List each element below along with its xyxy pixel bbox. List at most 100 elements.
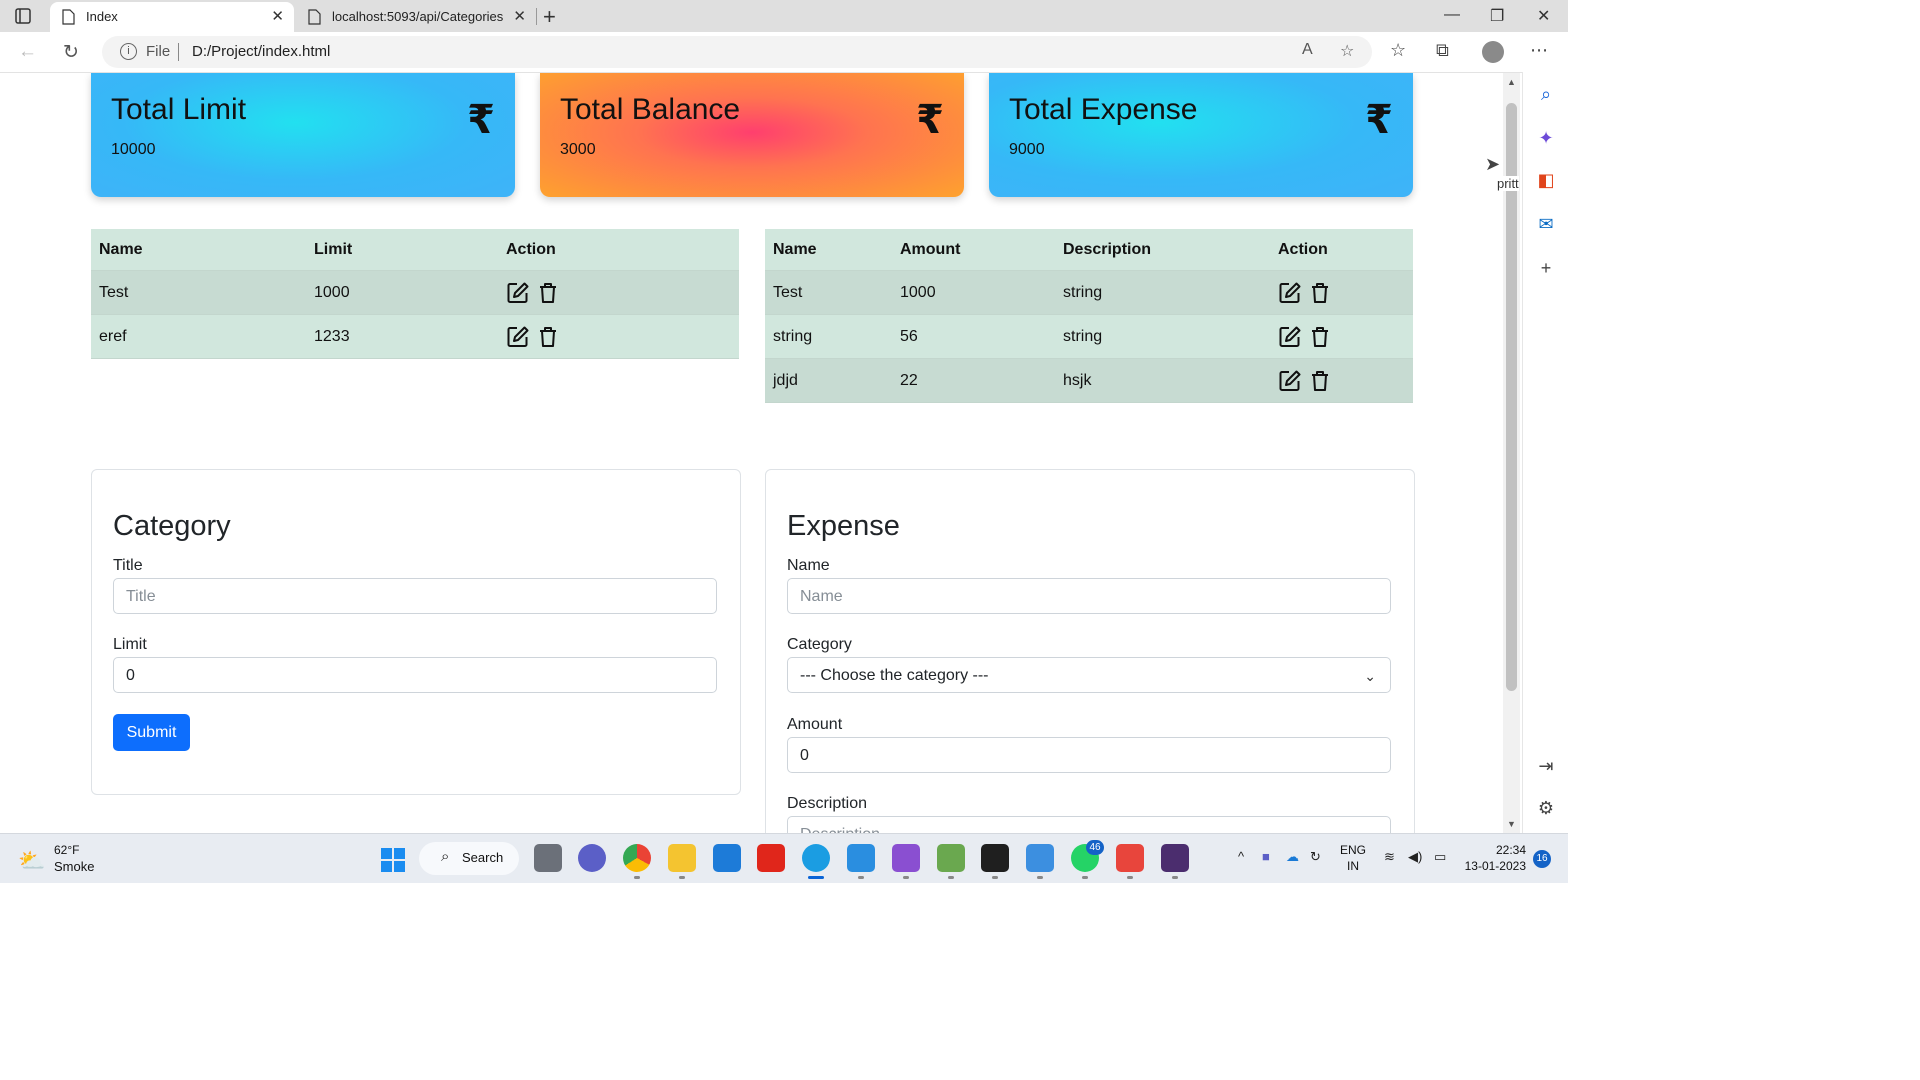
scheme-label: File — [146, 43, 171, 60]
hide-sidebar-icon[interactable]: ⇥ — [1535, 756, 1557, 778]
read-aloud-icon[interactable]: A — [1302, 41, 1313, 59]
tab-index[interactable]: Index ✕ — [50, 2, 294, 32]
form-heading: Expense — [787, 510, 900, 542]
edit-icon[interactable] — [506, 325, 530, 349]
title-label: Title — [113, 557, 143, 574]
delete-icon[interactable] — [536, 325, 560, 349]
scrollbar-thumb[interactable] — [1506, 103, 1517, 691]
chrome-icon[interactable] — [623, 844, 651, 872]
running-indicator — [634, 876, 640, 879]
table-row: Test 1000 — [91, 270, 739, 315]
delete-icon[interactable] — [1308, 369, 1332, 393]
wps-office-icon[interactable] — [757, 844, 785, 872]
name-input[interactable]: Name — [787, 578, 1391, 614]
onedrive-icon[interactable]: ☁ — [1286, 849, 1299, 865]
limit-input[interactable]: 0 — [113, 657, 717, 693]
cell-description: hsjk — [1055, 358, 1270, 403]
delete-icon[interactable] — [536, 281, 560, 305]
wifi-icon[interactable]: ≋ — [1384, 849, 1395, 865]
edit-icon[interactable] — [1278, 325, 1302, 349]
delete-icon[interactable] — [1308, 325, 1332, 349]
teams-chat-icon[interactable] — [578, 844, 606, 872]
address-divider — [178, 43, 179, 61]
add-sidebar-app-icon[interactable]: + — [1535, 258, 1557, 280]
expense-form: Expense Name Name Category --- Choose th… — [765, 469, 1415, 833]
close-tab-icon[interactable]: ✕ — [513, 7, 526, 25]
url-text[interactable]: D:/Project/index.html — [192, 43, 330, 60]
copilot-icon[interactable]: ✦ — [1535, 128, 1557, 150]
teams-tray-icon[interactable]: ■ — [1262, 849, 1270, 864]
scroll-up-icon[interactable]: ▲ — [1507, 77, 1516, 87]
description-input[interactable]: Description — [787, 816, 1391, 833]
profile-avatar[interactable] — [1482, 41, 1504, 63]
start-button-icon[interactable] — [381, 848, 405, 872]
language-indicator[interactable]: ENG IN — [1340, 842, 1366, 874]
task-view-icon[interactable] — [534, 844, 562, 872]
powershell-icon[interactable] — [1161, 844, 1189, 872]
running-indicator — [992, 876, 998, 879]
file-explorer-icon[interactable] — [668, 844, 696, 872]
terminal-icon[interactable] — [981, 844, 1009, 872]
notification-count[interactable]: 16 — [1533, 850, 1551, 868]
clock-time: 22:34 — [1495, 843, 1526, 857]
minimize-icon[interactable]: — — [1444, 6, 1460, 24]
edit-icon[interactable] — [1278, 281, 1302, 305]
address-bar[interactable]: i File D:/Project/index.html A ☆ — [102, 36, 1372, 68]
battery-icon[interactable]: ▭ — [1434, 849, 1446, 865]
office-icon[interactable]: ◧ — [1535, 170, 1557, 192]
column-header-name: Name — [765, 229, 892, 271]
running-indicator — [1127, 876, 1133, 879]
settings-gear-icon[interactable]: ⚙ — [1535, 798, 1557, 820]
window-close-icon[interactable]: ✕ — [1537, 6, 1550, 26]
close-tab-icon[interactable]: ✕ — [271, 7, 284, 25]
edit-icon[interactable] — [506, 281, 530, 305]
form-heading: Category — [113, 510, 231, 542]
notepad-icon[interactable] — [1026, 844, 1054, 872]
tab-categories-api[interactable]: localhost:5093/api/Categories ✕ — [296, 2, 536, 32]
table-row: jdjd 22 hsjk — [765, 358, 1413, 403]
new-tab-icon[interactable]: + — [543, 4, 556, 30]
delete-icon[interactable] — [1308, 281, 1332, 305]
add-favorite-icon[interactable]: ☆ — [1340, 41, 1354, 61]
running-indicator — [858, 876, 864, 879]
info-icon[interactable]: i — [120, 43, 137, 60]
category-select[interactable]: --- Choose the category --- ⌄ — [787, 657, 1391, 693]
back-icon[interactable]: ← — [18, 41, 37, 63]
submit-button[interactable]: Submit — [113, 714, 190, 751]
restore-icon[interactable]: ❐ — [1490, 6, 1504, 26]
search-icon[interactable]: ⌕ — [1535, 84, 1557, 106]
weather-description: Smoke — [54, 859, 95, 874]
vscode-icon[interactable] — [847, 844, 875, 872]
paint-icon[interactable] — [937, 844, 965, 872]
table-header-row: Name Amount Description Action — [765, 229, 1413, 271]
amount-input[interactable]: 0 — [787, 737, 1391, 773]
show-hidden-icons-icon[interactable]: ^ — [1238, 849, 1244, 864]
table-row: string 56 string — [765, 314, 1413, 359]
visual-studio-icon[interactable] — [892, 844, 920, 872]
scroll-down-icon[interactable]: ▼ — [1507, 819, 1516, 829]
git-icon[interactable] — [1116, 844, 1144, 872]
more-menu-icon[interactable]: ⋯ — [1530, 40, 1548, 61]
favorites-icon[interactable]: ☆ — [1390, 40, 1406, 61]
card-title: Total Expense — [1009, 93, 1198, 126]
cell-limit: 1233 — [306, 314, 498, 359]
clock[interactable]: 22:34 13-01-2023 — [1462, 842, 1526, 874]
edit-icon[interactable] — [1278, 369, 1302, 393]
sync-icon[interactable]: ↻ — [1310, 849, 1321, 865]
edge-icon[interactable] — [802, 844, 830, 872]
total-balance-card: Total Balance 3000 ₹ — [540, 73, 964, 197]
collections-icon[interactable]: ⧉ — [1436, 40, 1449, 61]
cell-name: Test — [91, 270, 306, 315]
volume-icon[interactable]: ◀) — [1408, 849, 1422, 865]
outlook-icon[interactable]: ✉ — [1535, 214, 1557, 236]
refresh-icon[interactable]: ↻ — [63, 41, 79, 64]
title-input[interactable]: Title — [113, 578, 717, 614]
table-row: eref 1233 — [91, 314, 739, 359]
card-title: Total Balance — [560, 93, 741, 126]
mail-icon[interactable] — [713, 844, 741, 872]
tab-actions-icon[interactable] — [14, 7, 32, 25]
table-row: Test 1000 string — [765, 270, 1413, 315]
cell-name: jdjd — [765, 358, 892, 403]
taskbar-search[interactable]: ⌕ Search — [419, 842, 519, 875]
cell-action — [1270, 270, 1413, 315]
